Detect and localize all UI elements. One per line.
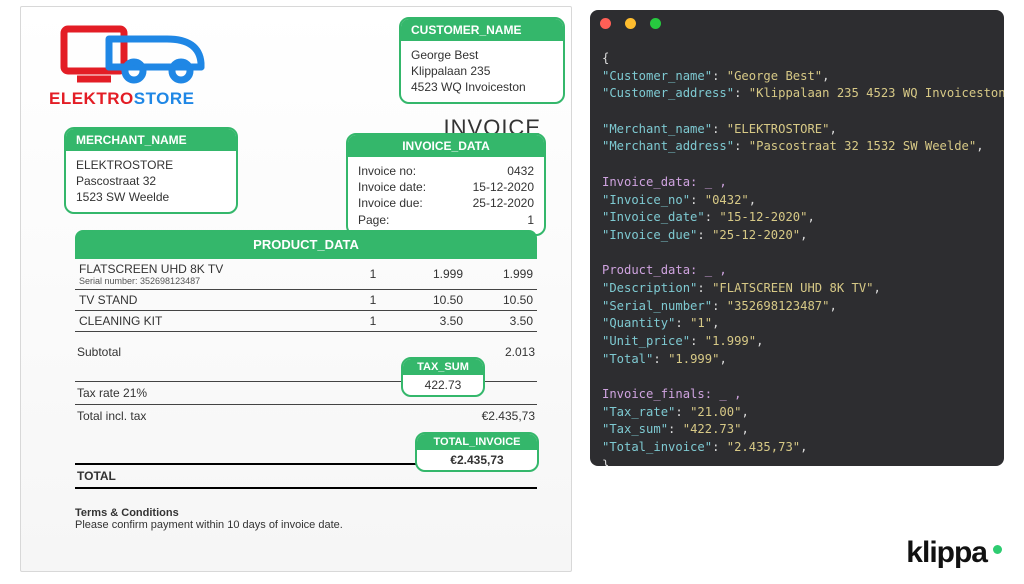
merchant-logo: ELEKTROSTORE <box>49 21 259 121</box>
product-table: FLATSCREEN UHD 8K TVSerial number: 35269… <box>75 259 537 332</box>
customer-box: CUSTOMER_NAME George Best Klippalaan 235… <box>399 17 565 104</box>
merchant-box-title: MERCHANT_NAME <box>66 129 236 151</box>
customer-box-title: CUSTOMER_NAME <box>401 19 563 41</box>
total-invoice-box: TOTAL_INVOICE €2.435,73 <box>415 432 539 472</box>
maximize-icon[interactable] <box>650 18 661 29</box>
merchant-addr1: Pascostraat 32 <box>76 173 226 189</box>
invoice-document: ELEKTROSTORE INVOICE CUSTOMER_NAME Georg… <box>20 6 572 572</box>
tax-sum-box: TAX_SUM 422.73 <box>401 357 485 397</box>
invoice-data-title: INVOICE_DATA <box>348 135 544 157</box>
close-icon[interactable] <box>600 18 611 29</box>
merchant-addr2: 1523 SW Weelde <box>76 189 226 205</box>
brand-dot-icon <box>993 545 1002 554</box>
terms: Terms & Conditions Please confirm paymen… <box>75 507 343 531</box>
terms-body: Please confirm payment within 10 days of… <box>75 519 343 531</box>
terms-head: Terms & Conditions <box>75 507 179 519</box>
table-row: TV STAND 1 10.50 10.50 <box>75 290 537 311</box>
code-panel: { "Customer_name": "George Best", "Custo… <box>590 10 1004 466</box>
minimize-icon[interactable] <box>625 18 636 29</box>
customer-addr2: 4523 WQ Invoiceston <box>411 79 553 95</box>
table-row: FLATSCREEN UHD 8K TVSerial number: 35269… <box>75 259 537 290</box>
window-controls <box>590 10 1004 46</box>
merchant-name: ELEKTROSTORE <box>76 157 226 173</box>
customer-addr1: Klippalaan 235 <box>411 63 553 79</box>
invoice-data-box: INVOICE_DATA Invoice no:0432 Invoice dat… <box>346 133 546 236</box>
merchant-box: MERCHANT_NAME ELEKTROSTORE Pascostraat 3… <box>64 127 238 214</box>
product-box-title: PRODUCT_DATA <box>75 230 537 259</box>
json-output: { "Customer_name": "George Best", "Custo… <box>590 46 1004 466</box>
table-row: CLEANING KIT 1 3.50 3.50 <box>75 311 537 332</box>
customer-name: George Best <box>411 47 553 63</box>
brand-logo: klippa <box>906 536 1002 570</box>
products-region: PRODUCT_DATA FLATSCREEN UHD 8K TVSerial … <box>75 230 537 332</box>
merchant-logo-text: ELEKTROSTORE <box>49 89 259 109</box>
